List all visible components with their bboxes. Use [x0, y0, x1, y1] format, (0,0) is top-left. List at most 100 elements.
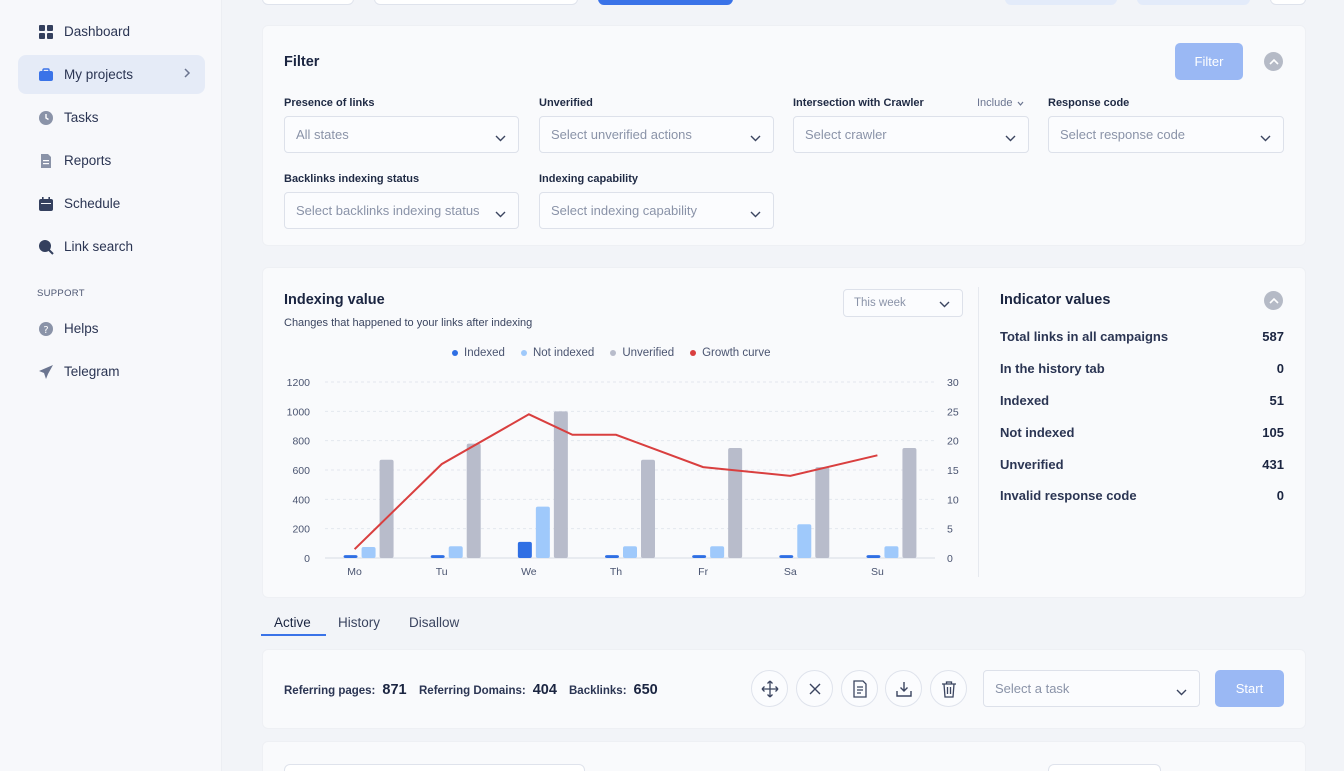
bar-indexed [605, 555, 619, 558]
select-value: Select backlinks indexing status [296, 203, 480, 218]
indexing-capability-label: Indexing capability [539, 173, 639, 185]
indicator-value: 0 [1276, 361, 1284, 376]
sidebar-item-helps[interactable]: ? Helps [18, 309, 205, 348]
chevron-down-icon [1018, 101, 1024, 106]
card-divider [978, 287, 979, 577]
collapse-indicators-button[interactable] [1264, 291, 1283, 310]
indicator-row: Total links in all campaigns 587 [1000, 329, 1284, 344]
sidebar-item-label: My projects [64, 67, 134, 82]
top-primary-button[interactable] [598, 0, 733, 5]
bar-not-indexed [623, 546, 637, 558]
x-tick-label: Th [610, 566, 622, 578]
chart-legend: Indexed Not indexed Unverified Growth cu… [452, 347, 770, 359]
legend-growth-curve[interactable]: Growth curve [690, 347, 770, 359]
start-button[interactable]: Start [1215, 670, 1284, 707]
indexing-subtitle: Changes that happened to your links afte… [284, 317, 533, 329]
y2-tick-label: 20 [947, 436, 959, 448]
sidebar: Dashboard My projects Tasks Reports Sche… [0, 0, 222, 771]
telegram-icon [38, 364, 54, 380]
response-code-select[interactable]: Select response code [1048, 116, 1284, 153]
unverified-select[interactable]: Select unverified actions [539, 116, 774, 153]
sidebar-item-label: Schedule [64, 196, 121, 211]
collapse-filter-button[interactable] [1264, 52, 1283, 71]
select-value: Select indexing capability [551, 203, 697, 218]
move-button[interactable] [751, 670, 788, 707]
indicator-row: Invalid response code 0 [1000, 488, 1284, 503]
indexing-chart: 0 200 400 600 800 1000 1200 0 5 10 15 20 25 30 Mo Tu We T… [287, 377, 959, 578]
filter-button[interactable]: Filter [1175, 43, 1243, 80]
trash-icon [941, 680, 956, 698]
bar-not-indexed [535, 506, 550, 558]
active-tab-indicator [261, 634, 326, 636]
sidebar-item-my-projects[interactable]: My projects [18, 55, 205, 94]
indicator-label: In the history tab [1000, 361, 1105, 376]
table-search-field[interactable] [284, 764, 585, 771]
close-icon [809, 683, 820, 694]
top-button[interactable] [1137, 0, 1250, 5]
task-select[interactable]: Select a task [983, 670, 1200, 707]
x-tick-label: Sa [784, 566, 797, 578]
chevron-down-icon [495, 206, 506, 221]
indicator-row: In the history tab 0 [1000, 361, 1284, 376]
top-button[interactable] [1270, 0, 1306, 5]
include-mode-dropdown[interactable]: Include [977, 97, 1024, 109]
legend-not-indexed[interactable]: Not indexed [520, 347, 594, 359]
top-control[interactable] [262, 0, 354, 5]
top-search-field[interactable] [374, 0, 578, 5]
response-code-label: Response code [1048, 97, 1130, 109]
sidebar-item-dashboard[interactable]: Dashboard [18, 12, 205, 51]
indexing-capability-select[interactable]: Select indexing capability [539, 192, 774, 229]
chevron-down-icon [750, 130, 761, 145]
bar-unverified [466, 443, 481, 558]
bar-indexed [779, 555, 794, 558]
report-icon [852, 679, 867, 698]
sidebar-item-link-search[interactable]: Link search [18, 227, 205, 266]
select-value: Select unverified actions [551, 127, 692, 142]
bar-unverified [728, 448, 743, 558]
sidebar-item-label: Link search [64, 239, 134, 254]
sidebar-item-reports[interactable]: Reports [18, 141, 205, 180]
indexing-title: Indexing value [284, 292, 385, 308]
legend-indexed[interactable]: Indexed [452, 347, 505, 359]
sidebar-item-label: Dashboard [64, 24, 131, 39]
stat-value: 871 [382, 682, 407, 698]
period-select[interactable]: This week [843, 289, 963, 317]
y-tick-label: 800 [292, 436, 310, 448]
presence-of-links-select[interactable]: All states [284, 116, 519, 153]
select-value: Select response code [1060, 127, 1186, 142]
top-button[interactable] [1005, 0, 1117, 5]
tab-history[interactable]: History [338, 615, 380, 630]
indicator-value: 587 [1262, 329, 1284, 344]
move-icon [761, 680, 778, 697]
chevron-right-icon [183, 67, 191, 82]
indicator-label: Not indexed [1000, 425, 1075, 440]
download-button[interactable] [885, 670, 922, 707]
stat-referring-pages: Referring pages: 871 [284, 682, 407, 698]
chevron-down-icon [1005, 130, 1016, 145]
delete-button[interactable] [930, 670, 967, 707]
chevron-down-icon [750, 206, 761, 221]
crawler-select[interactable]: Select crawler [793, 116, 1029, 153]
legend-swatch [690, 350, 697, 356]
sidebar-item-label: Helps [64, 321, 99, 336]
x-tick-label: Tu [436, 566, 448, 578]
backlinks-indexing-select[interactable]: Select backlinks indexing status [284, 192, 519, 229]
y2-tick-label: 25 [947, 406, 959, 418]
close-button[interactable] [796, 670, 833, 707]
table-control[interactable] [1048, 764, 1161, 771]
briefcase-icon [38, 67, 54, 83]
calendar-icon [38, 196, 54, 212]
bar-indexed [866, 555, 881, 558]
sidebar-item-tasks[interactable]: Tasks [18, 98, 205, 137]
select-value: Select a task [995, 681, 1070, 696]
sidebar-item-telegram[interactable]: Telegram [18, 352, 205, 391]
legend-label: Unverified [622, 347, 675, 359]
y-tick-label: 0 [304, 553, 310, 565]
sidebar-item-schedule[interactable]: Schedule [18, 184, 205, 223]
stat-backlinks: Backlinks: 650 [569, 682, 658, 698]
tab-disallow[interactable]: Disallow [409, 615, 459, 630]
legend-unverified[interactable]: Unverified [610, 347, 674, 359]
bar-not-indexed [797, 524, 812, 558]
report-button[interactable] [841, 670, 878, 707]
tab-active[interactable]: Active [274, 615, 311, 630]
